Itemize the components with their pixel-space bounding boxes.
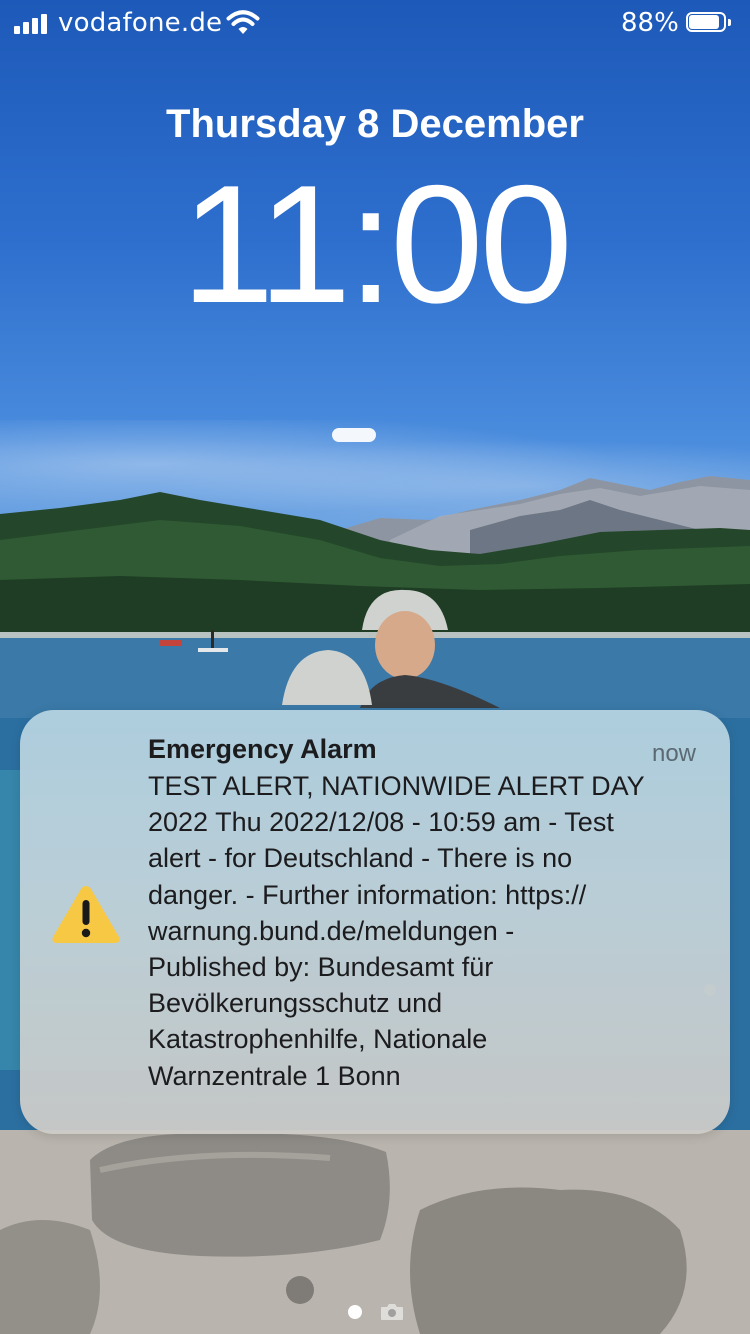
- status-bar: vodafone.de 88%: [0, 0, 750, 50]
- camera-icon[interactable]: [380, 1303, 404, 1321]
- wifi-icon: [226, 10, 260, 34]
- battery-percentage: 88%: [621, 8, 679, 38]
- page-dot-icon: [348, 1305, 362, 1319]
- lock-screen: vodafone.de 88% Thursday 8 December 11:0…: [0, 0, 750, 1334]
- battery-icon: [686, 12, 732, 34]
- emergency-alert-notification[interactable]: Emergency Alarm now TEST ALERT, NATIONWI…: [20, 710, 730, 1134]
- notification-body: TEST ALERT, NATIONWIDE ALERT DAY 2022 Th…: [148, 771, 645, 1091]
- signal-bars-icon: [14, 14, 52, 34]
- notification-timestamp: now: [651, 740, 696, 767]
- warning-triangle-icon: [52, 886, 120, 943]
- wallpaper-cloud: [332, 428, 376, 442]
- page-indicator: [0, 1302, 750, 1322]
- lock-screen-date: Thursday 8 December: [166, 102, 584, 146]
- notification-app-name: Emergency Alarm: [148, 734, 377, 764]
- lock-screen-time: 11:00: [181, 150, 573, 338]
- carrier-name: vodafone.de: [58, 8, 223, 38]
